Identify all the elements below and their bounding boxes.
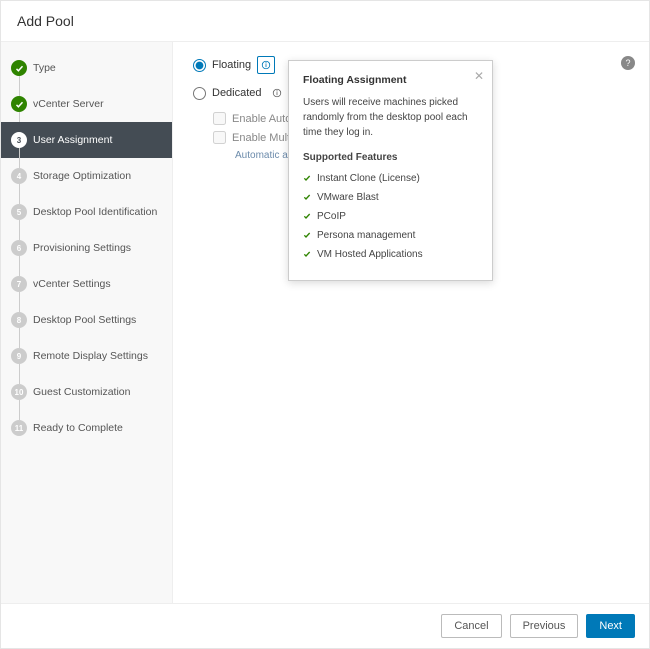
check-icon xyxy=(303,212,311,220)
step-ready-to-complete[interactable]: 11 Ready to Complete xyxy=(1,410,172,446)
step-guest-customization[interactable]: 10 Guest Customization xyxy=(1,374,172,410)
step-number: 4 xyxy=(11,168,27,184)
step-number: 10 xyxy=(11,384,27,400)
check-icon xyxy=(303,193,311,201)
feature-item: VMware Blast xyxy=(303,190,478,205)
check-icon xyxy=(11,60,27,76)
step-number: 7 xyxy=(11,276,27,292)
radio-floating[interactable] xyxy=(193,59,206,72)
previous-button[interactable]: Previous xyxy=(510,614,579,638)
step-label: vCenter Server xyxy=(33,98,104,110)
feature-label: VM Hosted Applications xyxy=(317,247,423,262)
step-provisioning-settings[interactable]: 6 Provisioning Settings xyxy=(1,230,172,266)
feature-item: PCoIP xyxy=(303,209,478,224)
feature-label: VMware Blast xyxy=(317,190,379,205)
feature-label: PCoIP xyxy=(317,209,346,224)
check-icon xyxy=(303,231,311,239)
step-number: 5 xyxy=(11,204,27,220)
feature-label: Persona management xyxy=(317,228,415,243)
step-desktop-pool-settings[interactable]: 8 Desktop Pool Settings xyxy=(1,302,172,338)
info-icon-floating[interactable] xyxy=(257,56,275,74)
page-title: Add Pool xyxy=(17,13,633,29)
info-icon-dedicated[interactable] xyxy=(268,84,286,102)
step-vcenter-settings[interactable]: 7 vCenter Settings xyxy=(1,266,172,302)
wizard-body: Type vCenter Server 3 User Assignment 4 … xyxy=(1,42,649,603)
step-label: User Assignment xyxy=(33,134,112,146)
step-label: Ready to Complete xyxy=(33,422,123,434)
step-number: 11 xyxy=(11,420,27,436)
radio-dedicated[interactable] xyxy=(193,87,206,100)
feature-item: Persona management xyxy=(303,228,478,243)
tooltip-body: Users will receive machines picked rando… xyxy=(303,95,478,140)
step-number: 9 xyxy=(11,348,27,364)
checkbox-enable-auto[interactable] xyxy=(213,112,226,125)
step-label: Remote Display Settings xyxy=(33,350,148,362)
step-label: Provisioning Settings xyxy=(33,242,131,254)
step-type[interactable]: Type xyxy=(1,50,172,86)
radio-label: Floating xyxy=(212,59,251,71)
wizard-footer: Cancel Previous Next xyxy=(1,603,649,648)
step-number: 8 xyxy=(11,312,27,328)
add-pool-wizard: Add Pool Type vCenter Server 3 User xyxy=(0,0,650,649)
feature-item: VM Hosted Applications xyxy=(303,247,478,262)
tooltip-features-heading: Supported Features xyxy=(303,150,478,165)
step-user-assignment[interactable]: 3 User Assignment xyxy=(1,122,172,158)
step-label: vCenter Settings xyxy=(33,278,111,290)
floating-tooltip: ✕ Floating Assignment Users will receive… xyxy=(288,60,493,281)
checkbox-label: Enable Auto xyxy=(232,113,291,125)
radio-label: Dedicated xyxy=(212,87,262,99)
tooltip-title: Floating Assignment xyxy=(303,73,478,89)
step-label: Type xyxy=(33,62,56,74)
feature-item: Instant Clone (License) xyxy=(303,171,478,186)
checkbox-label: Enable Multi xyxy=(232,132,293,144)
help-icon[interactable]: ? xyxy=(621,56,635,70)
step-desktop-pool-identification[interactable]: 5 Desktop Pool Identification xyxy=(1,194,172,230)
checkbox-enable-multi[interactable] xyxy=(213,131,226,144)
step-label: Desktop Pool Identification xyxy=(33,206,157,218)
step-label: Guest Customization xyxy=(33,386,130,398)
cancel-button[interactable]: Cancel xyxy=(441,614,501,638)
step-storage-optimization[interactable]: 4 Storage Optimization xyxy=(1,158,172,194)
step-label: Desktop Pool Settings xyxy=(33,314,136,326)
wizard-header: Add Pool xyxy=(1,1,649,42)
step-number: 3 xyxy=(11,132,27,148)
close-icon[interactable]: ✕ xyxy=(474,67,484,85)
step-label: Storage Optimization xyxy=(33,170,131,182)
check-icon xyxy=(303,174,311,182)
next-button[interactable]: Next xyxy=(586,614,635,638)
feature-label: Instant Clone (License) xyxy=(317,171,420,186)
wizard-main: ? Floating Dedicated Enable Auto xyxy=(173,42,649,603)
step-vcenter-server[interactable]: vCenter Server xyxy=(1,86,172,122)
check-icon xyxy=(11,96,27,112)
wizard-sidebar: Type vCenter Server 3 User Assignment 4 … xyxy=(1,42,173,603)
step-remote-display-settings[interactable]: 9 Remote Display Settings xyxy=(1,338,172,374)
check-icon xyxy=(303,250,311,258)
step-number: 6 xyxy=(11,240,27,256)
